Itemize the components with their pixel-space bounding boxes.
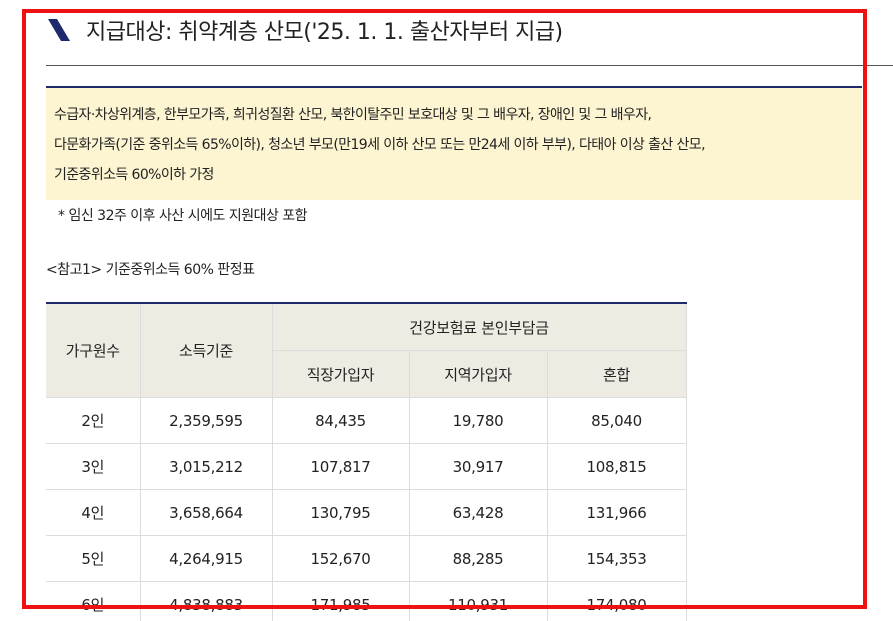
cell-employee: 171,985 — [271, 581, 410, 621]
cell-household: 5인 — [46, 535, 141, 582]
cell-regional: 19,780 — [408, 397, 548, 444]
reference-table-title: <참고1> 기준중위소득 60% 판정표 — [46, 262, 255, 278]
cell-income: 4,838,883 — [139, 581, 273, 621]
cell-regional: 63,428 — [408, 489, 548, 536]
table-row: 4인 3,658,664 130,795 63,428 131,966 — [46, 489, 687, 536]
header-regional-subscriber: 지역가입자 — [408, 350, 548, 398]
table-row: 5인 4,264,915 152,670 88,285 154,353 — [46, 535, 687, 582]
cell-mixed: 85,040 — [546, 397, 687, 444]
section-title: 지급대상: 취약계층 산모('25. 1. 1. 출산자부터 지급) — [86, 20, 563, 45]
cell-regional: 88,285 — [408, 535, 548, 582]
table-row: 2인 2,359,595 84,435 19,780 85,040 — [46, 397, 687, 444]
stillbirth-footnote: * 임신 32주 이후 사산 시에도 지원대상 포함 — [58, 208, 308, 224]
cell-regional: 30,917 — [408, 443, 548, 490]
header-insurance-group: 건강보험료 본인부담금 — [271, 303, 687, 351]
cell-employee: 130,795 — [271, 489, 410, 536]
cell-household: 4인 — [46, 489, 141, 536]
header-income-standard: 소득기준 — [139, 303, 273, 398]
cell-employee: 84,435 — [271, 397, 410, 444]
header-mixed: 혼합 — [546, 350, 687, 398]
header-employee-subscriber: 직장가입자 — [272, 350, 410, 398]
eligibility-line: 기준중위소득 60%이하 가정 — [54, 167, 214, 183]
cell-income: 3,015,212 — [139, 443, 273, 490]
cell-household: 2인 — [46, 397, 141, 444]
cell-mixed: 108,815 — [546, 443, 687, 490]
cell-mixed: 131,966 — [546, 489, 687, 536]
cell-employee: 152,670 — [271, 535, 410, 582]
eligibility-line: 수급자·차상위계층, 한부모가족, 희귀성질환 산모, 북한이탈주민 보호대상 … — [54, 107, 652, 123]
cell-household: 6인 — [46, 581, 141, 621]
section-title-row: 지급대상: 취약계층 산모('25. 1. 1. 출산자부터 지급) — [46, 10, 563, 50]
title-slash-icon — [48, 19, 70, 41]
income-table-wrapper: 가구원수 소득기준 건강보험료 본인부담금 직장가입자 지역가입자 혼합 2인 … — [46, 302, 687, 621]
title-divider — [46, 65, 893, 66]
table-row: 3인 3,015,212 107,817 30,917 108,815 — [46, 443, 687, 490]
page: 지급대상: 취약계층 산모('25. 1. 1. 출산자부터 지급) 수급자·차… — [0, 0, 893, 621]
median-income-table: 가구원수 소득기준 건강보험료 본인부담금 직장가입자 지역가입자 혼합 2인 … — [46, 302, 687, 621]
cell-mixed: 154,353 — [546, 535, 687, 582]
cell-employee: 107,817 — [271, 443, 410, 490]
cell-income: 3,658,664 — [139, 489, 273, 536]
table-row: 6인 4,838,883 171,985 110,931 174,080 — [46, 581, 687, 621]
eligibility-line: 다문화가족(기준 중위소득 65%이하), 청소년 부모(만19세 이하 산모 … — [54, 137, 706, 153]
cell-household: 3인 — [46, 443, 141, 490]
header-household-size: 가구원수 — [46, 303, 141, 398]
cell-mixed: 174,080 — [546, 581, 687, 621]
cell-income: 2,359,595 — [139, 397, 273, 444]
cell-regional: 110,931 — [408, 581, 548, 621]
table-header-row: 가구원수 소득기준 건강보험료 본인부담금 — [46, 303, 687, 398]
cell-income: 4,264,915 — [139, 535, 273, 582]
eligibility-notice-box: 수급자·차상위계층, 한부모가족, 희귀성질환 산모, 북한이탈주민 보호대상 … — [46, 86, 862, 200]
